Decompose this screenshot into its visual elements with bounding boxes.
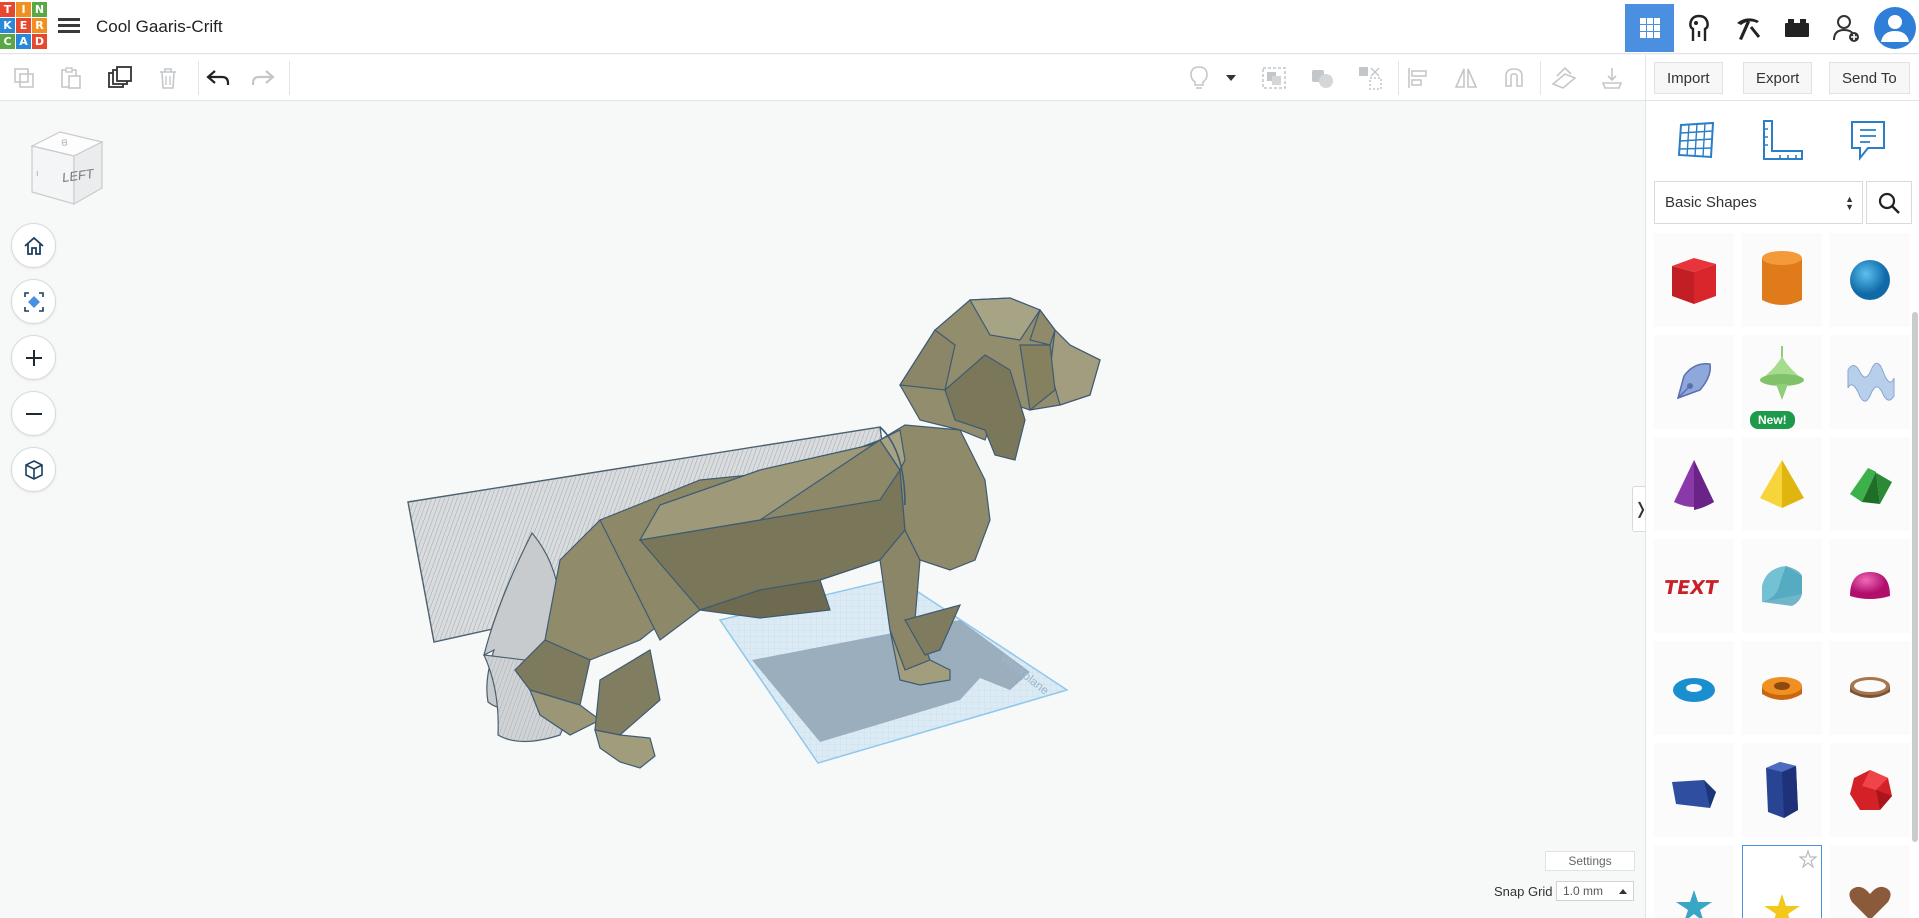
edit-toolbar (0, 55, 1645, 101)
design-title[interactable]: Cool Gaaris-Crift (96, 17, 223, 37)
export-toolbar: Import Export Send To (1645, 55, 1919, 101)
caret-up-icon (1619, 889, 1627, 894)
top-nav (1625, 4, 1919, 52)
logo-letter: N (32, 2, 47, 17)
logo-letter: I (16, 2, 31, 17)
workplane-grid-icon[interactable] (1666, 115, 1726, 165)
favorite-star-icon[interactable] (1799, 850, 1817, 868)
top-header: TIN KER CAD Cool Gaaris-Crift (0, 0, 1919, 54)
group-icon[interactable] (1258, 63, 1290, 93)
shape-search-button[interactable] (1866, 181, 1912, 224)
shape-scribble[interactable] (1654, 335, 1734, 429)
perspective-cube-icon (24, 459, 43, 480)
ruler-icon[interactable] (1752, 115, 1812, 165)
align-icon[interactable] (1402, 63, 1434, 93)
minus-icon (25, 412, 42, 415)
view-cube[interactable]: ᗺ ı LEFT (26, 124, 106, 213)
logo-letter: A (16, 34, 31, 49)
duplicate-icon[interactable] (104, 63, 136, 93)
settings-button[interactable]: Settings (1545, 851, 1635, 871)
cruise-magnet-icon[interactable] (1498, 63, 1530, 93)
shape-star-gold[interactable] (1742, 845, 1822, 918)
fit-view-button[interactable] (11, 279, 56, 324)
workplane-viewport[interactable]: Workplane ᗺ ı LEFT ❭ Settings Snap Grid … (0, 101, 1650, 918)
shape-text[interactable]: TEXT (1654, 539, 1734, 633)
fit-all-icon (23, 291, 44, 312)
shape-sphere[interactable] (1830, 233, 1910, 327)
circuits-icon[interactable] (1674, 4, 1723, 52)
svg-text:ı: ı (36, 168, 39, 178)
select-arrows-icon: ▲ ▼ (1845, 194, 1854, 212)
3d-scene[interactable]: Workplane (0, 101, 1645, 918)
home-view-button[interactable] (11, 223, 56, 268)
shape-hexagonal-prism[interactable] (1742, 743, 1822, 837)
profile-avatar-icon[interactable] (1870, 4, 1919, 52)
shape-wedge[interactable] (1654, 743, 1734, 837)
logo-letter: E (16, 18, 31, 33)
send-to-button[interactable]: Send To (1829, 62, 1910, 94)
shape-roof[interactable] (1830, 437, 1910, 531)
new-badge: New! (1748, 409, 1797, 431)
tinkercad-logo[interactable]: TIN KER CAD (0, 2, 47, 50)
shape-star[interactable] (1654, 845, 1734, 918)
snap-grid-label: Snap Grid (1494, 884, 1553, 899)
drop-to-workplane-icon[interactable] (1596, 63, 1628, 93)
shape-pyramid[interactable] (1742, 437, 1822, 531)
copy-icon[interactable] (8, 63, 40, 93)
export-button[interactable]: Export (1743, 62, 1813, 94)
shape-generator[interactable]: New! (1742, 335, 1822, 431)
undo-icon[interactable] (202, 63, 234, 93)
delete-icon[interactable] (152, 63, 184, 93)
shape-tube[interactable] (1742, 641, 1822, 735)
notes-icon[interactable] (1838, 115, 1898, 165)
design-list-icon[interactable] (58, 16, 80, 36)
zoom-out-button[interactable] (11, 391, 56, 436)
3d-design-icon[interactable] (1625, 4, 1674, 52)
codeblocks-pickaxe-icon[interactable] (1723, 4, 1772, 52)
notes-lightbulb-icon[interactable] (1183, 63, 1215, 93)
svg-text:TEXT: TEXT (1664, 576, 1720, 599)
snap-grid-value: 1.0 mm (1563, 884, 1604, 898)
ungroup-icon[interactable] (1306, 63, 1338, 93)
orthographic-view-button[interactable] (11, 447, 56, 492)
shape-half-sphere[interactable] (1830, 539, 1910, 633)
shape-cylinder[interactable] (1742, 233, 1822, 327)
invite-user-icon[interactable] (1821, 4, 1870, 52)
snap-grid-select[interactable]: 1.0 mm (1556, 881, 1634, 901)
solid-hole-toggle-icon[interactable] (1354, 63, 1386, 93)
shape-category-value: Basic Shapes (1665, 194, 1757, 211)
search-icon (1878, 192, 1900, 214)
logo-letter: K (0, 18, 15, 33)
shape-wave[interactable] (1830, 335, 1910, 429)
shape-torus[interactable] (1654, 641, 1734, 735)
logo-letter: T (0, 2, 15, 17)
mirror-icon[interactable] (1450, 63, 1482, 93)
redo-icon[interactable] (247, 63, 279, 93)
zoom-in-button[interactable] (11, 335, 56, 380)
logo-letter: D (32, 34, 47, 49)
shape-ring[interactable] (1830, 641, 1910, 735)
shape-heart[interactable] (1830, 845, 1910, 918)
shape-polyhedron[interactable] (1830, 743, 1910, 837)
shape-half-cylinder[interactable] (1742, 539, 1822, 633)
notes-dropdown-icon[interactable] (1220, 63, 1242, 93)
plus-icon (25, 349, 42, 366)
shapes-panel: Basic Shapes ▲ ▼ New! TEXT (1645, 101, 1919, 918)
shape-cone[interactable] (1654, 437, 1734, 531)
home-icon (23, 236, 44, 255)
import-button[interactable]: Import (1654, 62, 1723, 94)
workplane-ruler-icon[interactable] (1548, 63, 1580, 93)
logo-letter: C (0, 34, 15, 49)
bricks-icon[interactable] (1772, 4, 1821, 52)
panel-scrollbar[interactable] (1912, 312, 1918, 842)
shape-category-select[interactable]: Basic Shapes ▲ ▼ (1654, 181, 1863, 224)
shape-box[interactable] (1654, 233, 1734, 327)
logo-letter: R (32, 18, 47, 33)
paste-icon[interactable] (55, 63, 87, 93)
